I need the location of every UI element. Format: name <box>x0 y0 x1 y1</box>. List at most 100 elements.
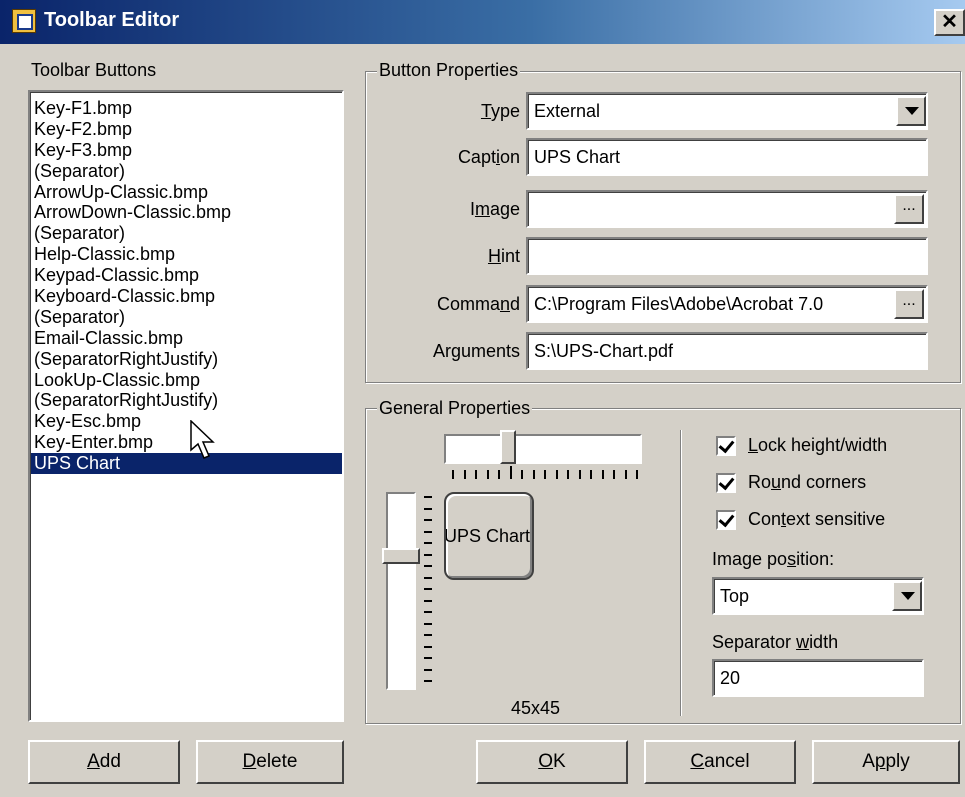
height-slider-tick <box>424 542 432 544</box>
title-bar: Toolbar Editor ✕ <box>0 0 965 44</box>
list-item[interactable]: Keypad-Classic.bmp <box>30 265 342 286</box>
height-slider-tick <box>424 519 432 521</box>
delete-button[interactable]: Delete <box>196 740 344 784</box>
image-position-dropdown[interactable]: Top <box>712 577 924 615</box>
list-item[interactable]: (Separator) <box>30 223 342 244</box>
list-item[interactable]: (SeparatorRightJustify) <box>30 349 342 370</box>
height-slider-tick <box>424 680 432 682</box>
caption-label: Caption <box>457 147 520 167</box>
size-label: 45x45 <box>511 698 561 718</box>
width-slider-tick <box>509 466 512 479</box>
width-slider-track[interactable] <box>444 434 642 464</box>
close-icon: ✕ <box>941 11 958 33</box>
image-label: Image <box>469 199 520 219</box>
arguments-field[interactable]: S:\UPS-Chart.pdf <box>526 332 928 370</box>
context-sensitive-checkbox[interactable] <box>716 510 736 530</box>
width-slider-tick <box>578 470 581 479</box>
width-slider-tick <box>567 470 569 479</box>
caption-field[interactable]: UPS Chart <box>526 138 928 176</box>
width-slider-tick <box>555 470 558 479</box>
height-slider-tick <box>424 565 432 567</box>
command-browse-button[interactable]: ... <box>894 289 924 319</box>
width-slider-tick <box>498 470 500 479</box>
list-item[interactable]: (Separator) <box>30 161 342 182</box>
toolbar-buttons-list[interactable]: Key-F1.bmp Key-F2.bmp Key-F3.bmp (Separator… <box>28 90 344 722</box>
width-slider-tick <box>521 470 523 479</box>
context-sensitive-label: Context sensitive <box>748 509 886 529</box>
list-item[interactable]: Help-Classic.bmp <box>30 244 342 265</box>
width-slider-tick <box>601 470 604 479</box>
separator-width-field[interactable]: 20 <box>712 659 924 697</box>
list-item[interactable]: (SeparatorRightJustify) <box>30 390 342 411</box>
image-position-value: Top <box>720 586 750 606</box>
height-slider-tick <box>424 634 432 636</box>
list-item[interactable]: UPS Chart <box>30 453 342 475</box>
list-item[interactable]: ArrowUp-Classic.bmp <box>30 182 342 203</box>
properties-divider <box>680 430 681 716</box>
separator-width-label: Separator width <box>712 632 839 652</box>
list-item[interactable]: (Separator) <box>30 307 342 328</box>
hint-field[interactable] <box>526 237 928 275</box>
height-slider-ticks <box>424 496 434 684</box>
height-slider-tick <box>424 496 432 498</box>
list-item[interactable]: Key-Enter.bmp <box>30 432 342 453</box>
lock-height-width-checkbox[interactable] <box>716 436 736 456</box>
list-item[interactable]: Keyboard-Classic.bmp <box>30 286 342 307</box>
width-slider-tick <box>463 470 466 479</box>
height-slider-track[interactable] <box>386 492 416 690</box>
toolbar-editor-app-icon <box>12 9 36 33</box>
height-slider-tick <box>424 507 432 510</box>
type-dropdown-button[interactable] <box>896 96 926 126</box>
image-browse-button[interactable]: ... <box>894 194 924 224</box>
width-slider-tick <box>590 470 592 479</box>
width-slider-tick <box>613 470 615 479</box>
height-slider-tick <box>424 553 432 556</box>
height-slider-tick <box>424 611 432 613</box>
command-value: C:\Program Files\Adobe\Acrobat 7.0 <box>534 294 824 314</box>
width-slider-tick <box>486 470 489 479</box>
image-field[interactable]: ... <box>526 190 928 228</box>
lock-height-width-label: Lock height/width <box>748 435 888 455</box>
button-preview: UPS Chart <box>444 492 534 580</box>
width-slider-tick <box>475 470 477 479</box>
command-field[interactable]: C:\Program Files\Adobe\Acrobat 7.0 ... <box>526 285 928 323</box>
width-slider-tick <box>532 470 535 479</box>
width-slider-ticks <box>452 466 638 480</box>
list-item[interactable]: Key-F3.bmp <box>30 140 342 161</box>
general-properties-title: General Properties <box>377 398 533 419</box>
type-label: Type <box>480 101 520 121</box>
image-position-label: Image position: <box>712 549 835 569</box>
list-item[interactable]: Key-F2.bmp <box>30 119 342 140</box>
add-button[interactable]: Add <box>28 740 180 784</box>
round-corners-label: Round corners <box>748 472 867 492</box>
type-value: External <box>534 101 601 121</box>
list-item[interactable]: ArrowDown-Classic.bmp <box>30 202 342 223</box>
toolbar-buttons-label: Toolbar Buttons <box>31 60 157 80</box>
type-dropdown[interactable]: External <box>526 92 928 130</box>
width-slider-tick <box>624 470 627 479</box>
apply-button[interactable]: Apply <box>812 740 960 784</box>
close-button[interactable]: ✕ <box>934 9 965 36</box>
height-slider-tick <box>424 622 432 625</box>
hint-label: Hint <box>487 246 520 266</box>
height-slider-thumb[interactable] <box>382 548 420 564</box>
round-corners-checkbox[interactable] <box>716 473 736 493</box>
list-item[interactable]: Key-F1.bmp <box>30 98 342 119</box>
list-item[interactable]: LookUp-Classic.bmp <box>30 370 342 391</box>
mouse-pointer-icon <box>190 420 215 459</box>
button-properties-title: Button Properties <box>377 60 521 81</box>
height-slider-tick <box>424 645 432 648</box>
height-slider-tick <box>424 668 432 671</box>
cancel-button[interactable]: Cancel <box>644 740 796 784</box>
window-title: Toolbar Editor <box>44 9 180 31</box>
height-slider-tick <box>424 576 432 579</box>
ok-button[interactable]: OK <box>476 740 628 784</box>
list-item[interactable]: Key-Esc.bmp <box>30 411 342 432</box>
image-position-dropdown-button[interactable] <box>892 581 922 611</box>
list-item[interactable]: Email-Classic.bmp <box>30 328 342 349</box>
height-slider-tick <box>424 657 432 659</box>
width-slider-tick <box>544 470 546 479</box>
width-slider-thumb[interactable] <box>500 430 516 464</box>
height-slider-tick <box>424 599 432 602</box>
height-slider-tick <box>424 530 432 533</box>
